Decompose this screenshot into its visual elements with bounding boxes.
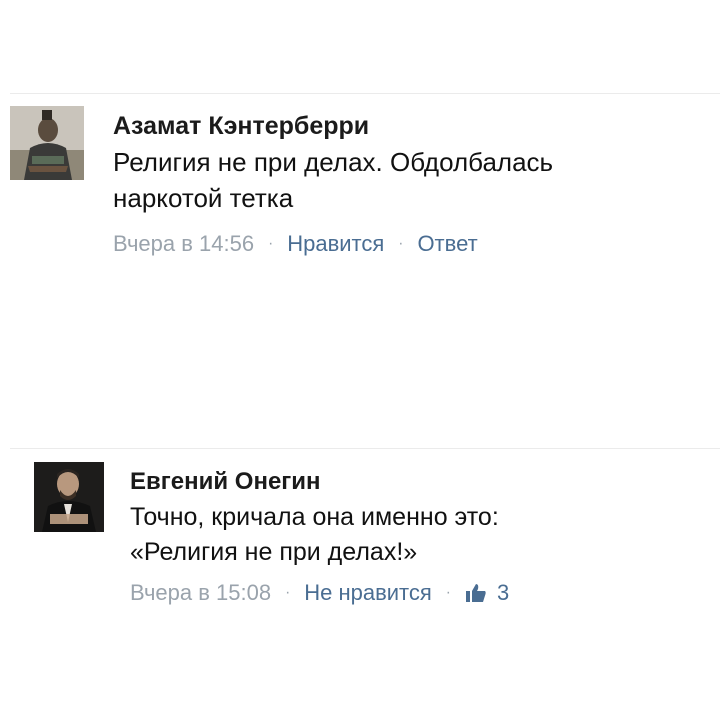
comment-divider — [10, 448, 720, 449]
comment-meta: Вчера в 15:08 · Не нравится · 3 — [130, 580, 509, 606]
separator-dot: · — [398, 235, 404, 252]
top-divider — [10, 93, 720, 94]
avatar[interactable] — [34, 462, 104, 532]
comment-text-line: Религия не при делах. Обдолбалась — [113, 147, 554, 177]
like-count: 3 — [496, 580, 510, 605]
comment-timestamp[interactable]: Вчера в 15:08 — [130, 580, 271, 606]
like-link[interactable]: Не нравится — [304, 580, 432, 606]
comment-text-line: «Религия не при делах!» — [130, 537, 418, 566]
samurai-avatar-icon — [10, 106, 84, 180]
comment-text-line: Точно, кричала она именно это: — [130, 503, 499, 531]
separator-dot: · — [268, 235, 274, 252]
comment-timestamp[interactable]: Вчера в 14:56 — [113, 231, 254, 257]
reply-link[interactable]: Ответ — [417, 231, 477, 257]
comment-text: Религия не при делах. Обдолбалась наркот… — [113, 145, 673, 217]
avatar[interactable] — [10, 106, 84, 180]
man-avatar-icon — [34, 462, 104, 532]
separator-dot: · — [285, 584, 291, 601]
thumbs-up-icon[interactable] — [465, 583, 487, 603]
separator-dot: · — [445, 584, 451, 601]
comment-author[interactable]: Азамат Кэнтерберри — [113, 112, 369, 141]
like-link[interactable]: Нравится — [287, 231, 384, 257]
comment-author[interactable]: Евгений Онегин — [130, 468, 321, 496]
comment-text-line: наркотой тетка — [113, 182, 294, 213]
comment-text: Точно, кричала она именно это: «Религия … — [130, 500, 690, 569]
comment-meta: Вчера в 14:56 · Нравится · Ответ — [113, 231, 478, 257]
